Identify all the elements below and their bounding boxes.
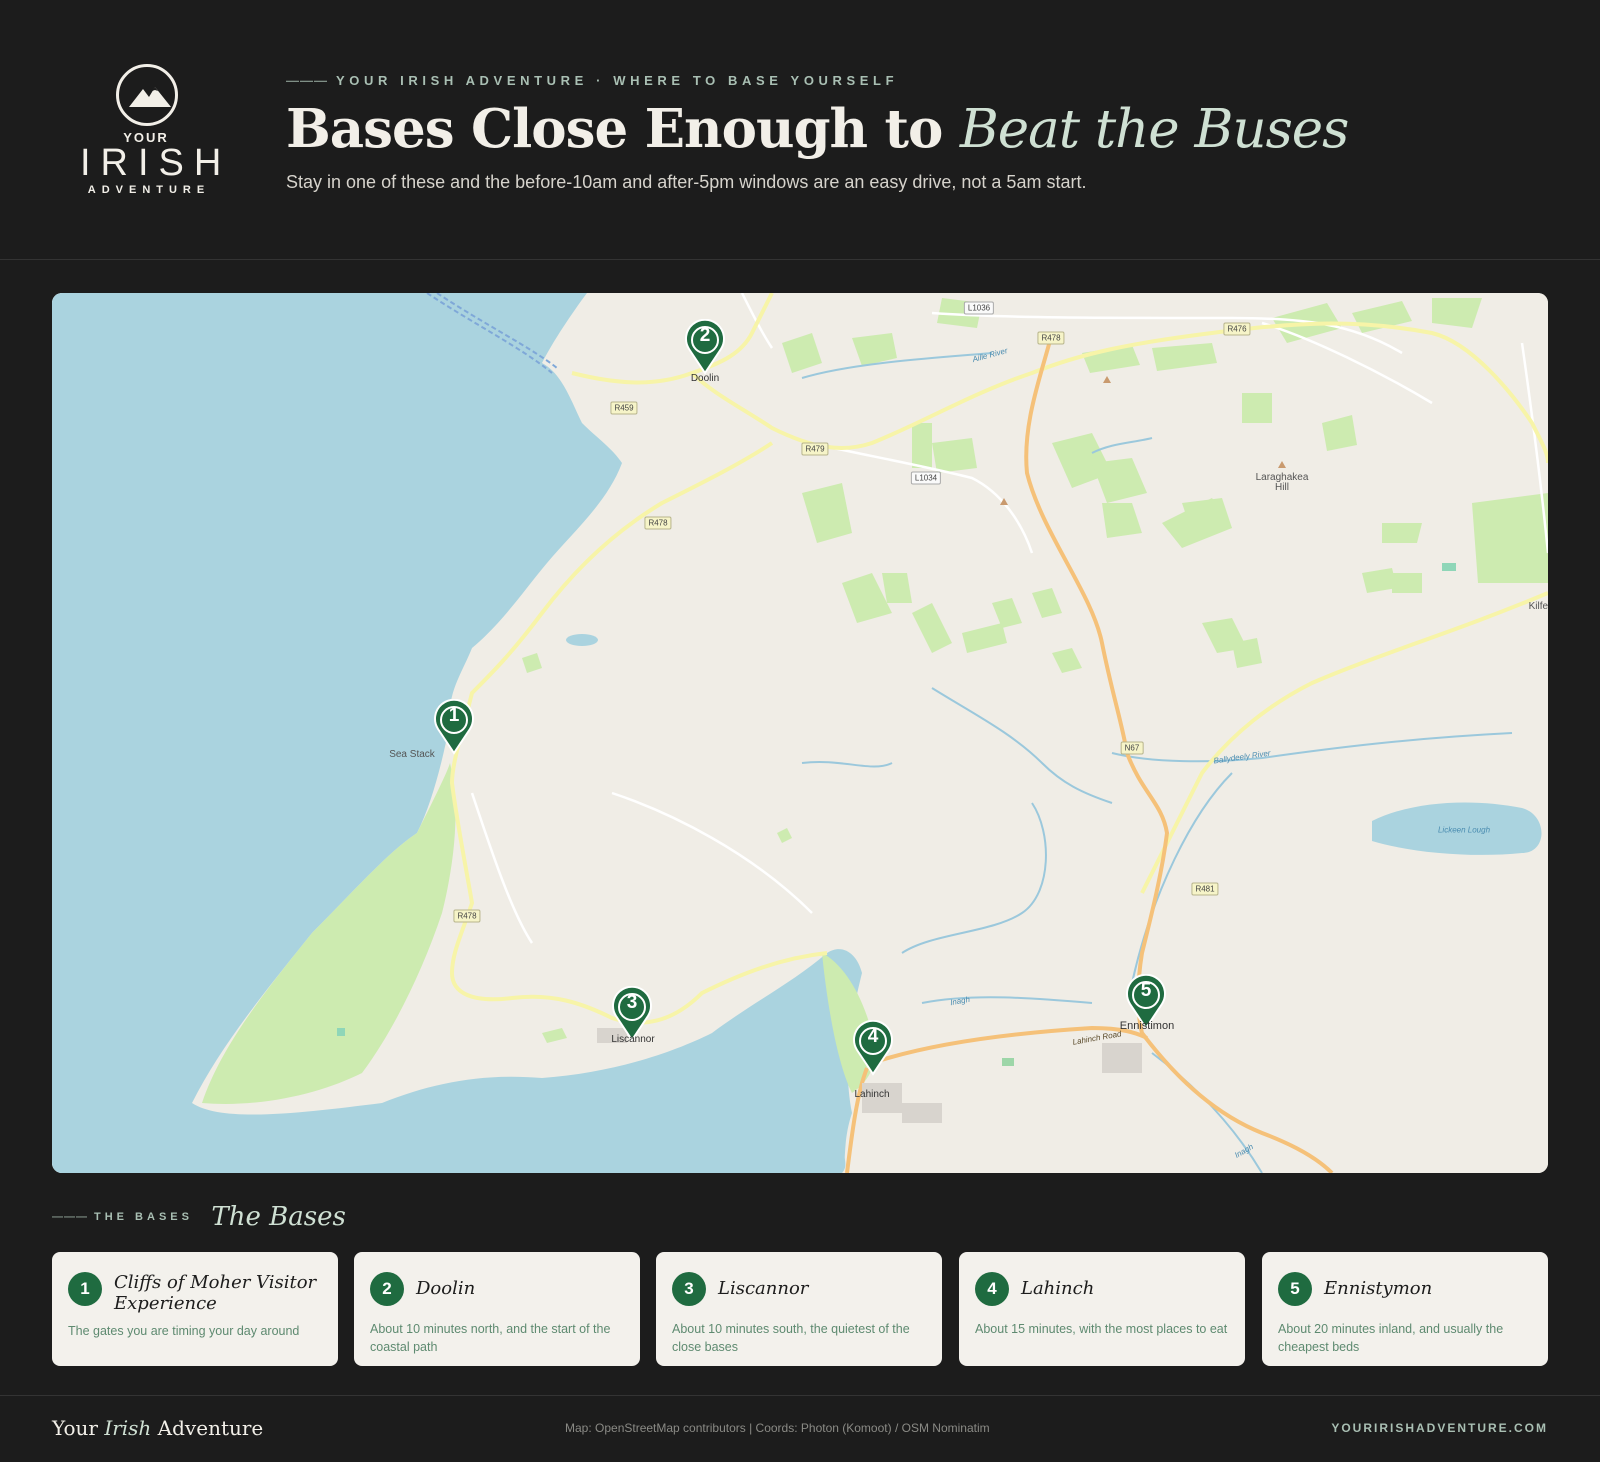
base-description: The gates you are timing your day around (68, 1324, 300, 1338)
pin-number: 1 (448, 705, 460, 726)
logo-irish: IRISH (80, 142, 232, 184)
pin-label-lahinch: Lahinch (854, 1089, 890, 1100)
map-pin-4[interactable]: 4 (851, 1019, 895, 1076)
base-number-badge: 5 (1278, 1272, 1312, 1306)
place-label-laraghakea-hill: Laraghakea Hill (1255, 472, 1309, 493)
base-description: About 15 minutes, with the most places t… (975, 1322, 1228, 1336)
base-number-badge: 4 (975, 1272, 1009, 1306)
road-label-r476: R476 (1223, 322, 1251, 336)
bases-eyebrow-dash: ——— (52, 1211, 88, 1223)
page-title: Bases Close Enough to Beat the Buses (286, 98, 1350, 160)
base-card-1[interactable]: 1 Cliffs of Moher Visitor Experience The… (52, 1252, 338, 1366)
pin-number: 3 (626, 992, 638, 1013)
base-description: About 10 minutes north, and the start of… (370, 1322, 611, 1354)
base-card-2[interactable]: 2 Doolin About 10 minutes north, and the… (354, 1252, 640, 1366)
brand-logo[interactable]: YOUR IRISH ADVENTURE (70, 64, 222, 204)
base-number-badge: 1 (68, 1272, 102, 1306)
bases-eyebrow-text: THE BASES (94, 1211, 193, 1223)
base-name: Doolin (416, 1278, 476, 1299)
pin-label-ennistimon: Ennistimon (1119, 1020, 1175, 1032)
base-card-3[interactable]: 3 Liscannor About 10 minutes south, the … (656, 1252, 942, 1366)
map-basemap[interactable] (52, 293, 1548, 1173)
eyebrow-dash: ——— (286, 73, 328, 88)
place-label-kilfer: Kilfer (1528, 601, 1548, 612)
bases-header: ——— THE BASES The Bases (52, 1202, 346, 1232)
road-label-r478-mid: R478 (644, 516, 672, 530)
mountain-icon (116, 64, 178, 126)
road-label-l1036: L1036 (963, 301, 995, 315)
bases-list: 1 Cliffs of Moher Visitor Experience The… (52, 1252, 1548, 1366)
base-card-5[interactable]: 5 Ennistymon About 20 minutes inland, an… (1262, 1252, 1548, 1366)
map-pin-2[interactable]: 2 (683, 318, 727, 375)
footer-brand[interactable]: Your Irish Adventure (52, 1416, 263, 1440)
base-description: About 10 minutes south, the quietest of … (672, 1322, 910, 1354)
base-name: Cliffs of Moher Visitor Experience (114, 1272, 317, 1314)
road-label-r481: R481 (1191, 882, 1219, 896)
road-label-r478-south: R478 (453, 909, 481, 923)
base-name: Liscannor (718, 1278, 809, 1299)
road-label-n67: N67 (1120, 741, 1144, 755)
eyebrow-text: YOUR IRISH ADVENTURE · WHERE TO BASE YOU… (336, 73, 899, 88)
footer-brand-pre: Your (52, 1416, 105, 1440)
footer-brand-post: Adventure (151, 1416, 264, 1440)
page-subtitle: Stay in one of these and the before-10am… (286, 172, 1087, 192)
map-credit: Map: OpenStreetMap contributors | Coords… (565, 1421, 990, 1435)
base-card-4[interactable]: 4 Lahinch About 15 minutes, with the mos… (959, 1252, 1245, 1366)
title-main: Bases Close Enough to (286, 98, 960, 160)
base-number-badge: 2 (370, 1272, 404, 1306)
pin-number: 5 (1140, 980, 1152, 1001)
pin-label-liscannor: Liscannor (611, 1034, 655, 1045)
road-label-l1034: L1034 (910, 471, 942, 485)
road-label-r459: R459 (610, 401, 638, 415)
title-accent: Beat the Buses (959, 99, 1350, 160)
base-name: Lahinch (1021, 1278, 1095, 1299)
map-pin-1[interactable]: 1 (432, 698, 476, 755)
map-panel[interactable]: L1036 R478 R476 R459 R479 L1034 R478 R47… (52, 293, 1548, 1173)
base-description: About 20 minutes inland, and usually the… (1278, 1322, 1504, 1354)
pin-number: 2 (699, 325, 711, 346)
header-eyebrow: ——— YOUR IRISH ADVENTURE · WHERE TO BASE … (286, 73, 898, 88)
pin-label-sea-stack: Sea Stack (389, 749, 435, 760)
base-name: Ennistymon (1324, 1278, 1433, 1299)
logo-adventure: ADVENTURE (87, 184, 211, 196)
bases-eyebrow: ——— THE BASES (52, 1211, 193, 1223)
water-label-lickeen-lough: Lickeen Lough (1437, 825, 1491, 835)
road-label-r478-north: R478 (1037, 331, 1065, 345)
footer-brand-accent: Irish (104, 1416, 152, 1440)
page-footer: Your Irish Adventure Map: OpenStreetMap … (0, 1395, 1600, 1462)
site-url-link[interactable]: YOURIRISHADVENTURE.COM (1331, 1421, 1548, 1435)
pin-number: 4 (867, 1026, 879, 1047)
pin-label-doolin: Doolin (690, 373, 720, 384)
bases-title: The Bases (211, 1202, 346, 1232)
road-label-r479: R479 (801, 442, 829, 456)
page-header: YOUR IRISH ADVENTURE ——— YOUR IRISH ADVEN… (0, 0, 1600, 260)
base-number-badge: 3 (672, 1272, 706, 1306)
